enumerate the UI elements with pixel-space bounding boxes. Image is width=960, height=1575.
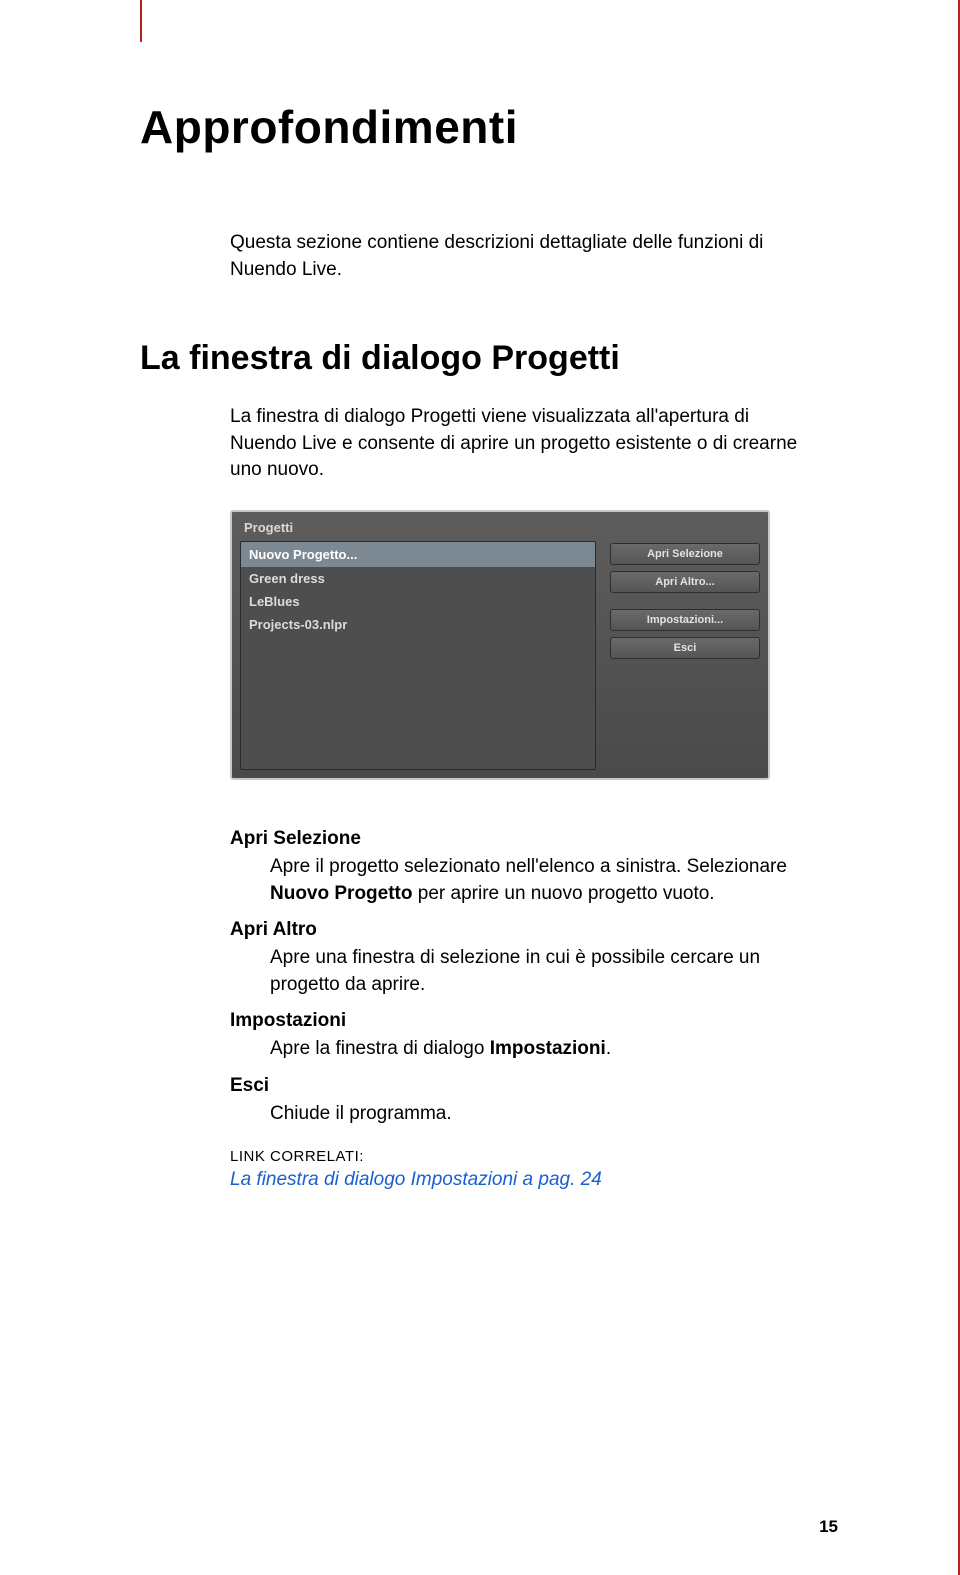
- def-term-impostazioni: Impostazioni: [230, 1010, 810, 1032]
- list-item-selected[interactable]: Nuovo Progetto...: [241, 542, 595, 567]
- def-bold: Impostazioni: [490, 1038, 606, 1059]
- settings-button[interactable]: Impostazioni...: [610, 609, 760, 631]
- projects-dialog: Progetti Nuovo Progetto... Green dress L…: [230, 510, 770, 780]
- exit-button[interactable]: Esci: [610, 637, 760, 659]
- chapter-title: Approfondimenti: [140, 100, 838, 154]
- related-links-label: Link correlati:: [230, 1148, 838, 1165]
- def-body-apri-selezione: Apre il progetto selezionato nell'elenco…: [270, 854, 810, 907]
- def-term-esci: Esci: [230, 1075, 810, 1097]
- page-number: 15: [819, 1517, 838, 1537]
- definition-list: Apri Selezione Apre il progetto selezion…: [230, 828, 810, 1128]
- list-item[interactable]: LeBlues: [241, 590, 595, 613]
- dialog-screenshot: Progetti Nuovo Progetto... Green dress L…: [230, 510, 838, 780]
- open-selection-button[interactable]: Apri Selezione: [610, 543, 760, 565]
- intro-paragraph: Questa sezione contiene descrizioni dett…: [230, 230, 790, 283]
- def-text: Apre il progetto selezionato nell'elenco…: [270, 856, 787, 877]
- def-bold: Nuovo Progetto: [270, 883, 413, 904]
- dialog-body: Nuovo Progetto... Green dress LeBlues Pr…: [240, 541, 760, 770]
- section-intro: La finestra di dialogo Progetti viene vi…: [230, 404, 800, 484]
- page: Approfondimenti Questa sezione contiene …: [0, 0, 960, 1575]
- def-body-esci: Chiude il programma.: [270, 1101, 810, 1128]
- def-text: Apre la finestra di dialogo: [270, 1038, 490, 1059]
- related-link[interactable]: La finestra di dialogo Impostazioni a pa…: [230, 1169, 838, 1191]
- list-item[interactable]: Projects-03.nlpr: [241, 613, 595, 636]
- def-text: .: [606, 1038, 611, 1059]
- def-body-apri-altro: Apre una finestra di selezione in cui è …: [270, 945, 810, 998]
- def-term-apri-altro: Apri Altro: [230, 919, 810, 941]
- section-title: La finestra di dialogo Progetti: [140, 339, 838, 378]
- open-other-button[interactable]: Apri Altro...: [610, 571, 760, 593]
- dialog-title: Progetti: [240, 518, 760, 541]
- projects-list[interactable]: Nuovo Progetto... Green dress LeBlues Pr…: [240, 541, 596, 770]
- list-item[interactable]: Green dress: [241, 567, 595, 590]
- def-term-apri-selezione: Apri Selezione: [230, 828, 810, 850]
- def-body-impostazioni: Apre la finestra di dialogo Impostazioni…: [270, 1036, 810, 1063]
- def-text: per aprire un nuovo progetto vuoto.: [413, 883, 715, 904]
- dialog-button-column: Apri Selezione Apri Altro... Impostazion…: [610, 541, 760, 770]
